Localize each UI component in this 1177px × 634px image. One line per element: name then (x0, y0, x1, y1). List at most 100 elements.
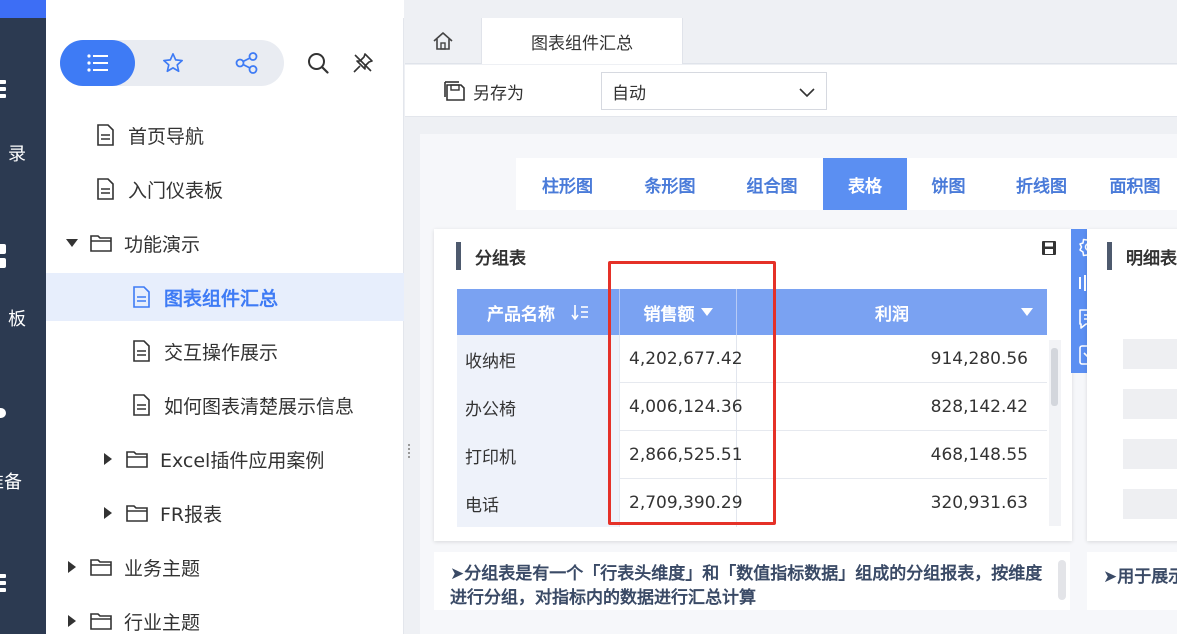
directory-topstrip (46, 0, 404, 18)
tree-item-label: 行业主题 (124, 611, 201, 634)
dashboard-icon[interactable] (0, 244, 6, 254)
tree-item-clear-charts[interactable]: 如何图表清楚展示信息 (46, 381, 404, 429)
search-icon (308, 53, 329, 74)
cell-profit: 828,142.42 (930, 397, 1028, 417)
header-label: 产品名称 (487, 304, 555, 325)
cell-profit: 468,148.55 (930, 445, 1028, 465)
share-button[interactable] (209, 40, 284, 86)
tab-combo-chart[interactable]: 组合图 (721, 158, 823, 210)
widget-title: 分组表 (456, 242, 526, 270)
document-icon (130, 340, 152, 362)
tree-item-label: 首页导航 (128, 125, 205, 148)
home-tab[interactable] (405, 18, 481, 64)
header-label: 利润 (875, 304, 909, 325)
cell-product: 办公椅 (457, 383, 620, 431)
save-as-button[interactable]: 另存为 (443, 77, 524, 105)
title-accent-bar (1107, 242, 1112, 270)
tree-item-intro-dashboard[interactable]: 入门仪表板 (46, 165, 404, 213)
tree-item-label: FR报表 (160, 503, 223, 526)
rail-item-directory[interactable]: 录 (0, 140, 26, 166)
group-table-description: ➤分组表是有一个「行表头维度」和「数值指标数据」组成的分组报表，按维度进行分组，… (434, 552, 1070, 610)
detail-table-description: ➤用于展示 (1087, 552, 1177, 610)
document-icon (94, 124, 116, 146)
rail-accent (0, 0, 46, 18)
document-icon (130, 286, 152, 308)
tab-bar-chart[interactable]: 条形图 (619, 158, 721, 210)
tree-item-label: 功能演示 (124, 233, 201, 256)
cell-profit: 320,931.63 (930, 493, 1028, 513)
search-button[interactable] (305, 50, 331, 76)
list-icon (86, 54, 108, 72)
chevron-down-icon (799, 88, 815, 98)
tree-item-interaction-demo[interactable]: 交互操作展示 (46, 327, 404, 375)
tree-item-label: 入门仪表板 (128, 179, 224, 202)
list-view-button[interactable] (60, 40, 135, 86)
favorites-button[interactable] (135, 40, 210, 86)
header-product-name[interactable]: 产品名称 (457, 289, 620, 335)
export-icon[interactable] (1042, 241, 1056, 255)
panel-resize-handle[interactable] (406, 442, 414, 464)
star-icon (162, 53, 183, 73)
tree-item-feature-demo[interactable]: 功能演示 (46, 219, 404, 267)
view-switcher (60, 40, 284, 86)
directory-icon[interactable] (0, 80, 6, 101)
more-icon[interactable] (0, 574, 6, 595)
tab-chart-components[interactable]: 图表组件汇总 (481, 18, 683, 64)
save-as-label: 另存为 (473, 83, 524, 104)
tab-column-chart[interactable]: 柱形图 (516, 158, 619, 210)
title-accent-bar (456, 242, 461, 270)
app-rail: 录 板 准备 (0, 0, 46, 634)
caret-right-icon[interactable] (102, 507, 114, 519)
table-scrollbar[interactable] (1049, 340, 1061, 526)
home-icon (433, 32, 453, 50)
tree-item-home-nav[interactable]: 首页导航 (46, 111, 404, 159)
folder-icon (90, 556, 112, 578)
cell-product: 打印机 (457, 431, 620, 479)
tree-item-fr-report[interactable]: FR报表 (46, 489, 404, 537)
unpin-icon (353, 53, 373, 73)
scrollbar-thumb[interactable] (1051, 348, 1058, 406)
group-table-title: 分组表 (475, 248, 526, 269)
share-icon (235, 52, 257, 74)
tree-item-industry-topics[interactable]: 行业主题 (46, 597, 404, 634)
detail-table-title: 明细表 (1126, 248, 1177, 269)
rail-item-dashboard[interactable]: 板 (0, 305, 26, 331)
cell-product: 电话 (457, 479, 620, 527)
tree-item-label: 图表组件汇总 (164, 287, 279, 310)
description-text: ➤用于展示 (1103, 567, 1177, 587)
caret-down-icon[interactable] (66, 237, 78, 249)
rail-item-data-prep[interactable]: 准备 (0, 468, 22, 494)
unpin-button[interactable] (350, 50, 376, 76)
tree-item-chart-components[interactable]: 图表组件汇总 (46, 273, 404, 321)
database-icon[interactable] (0, 408, 6, 418)
sort-icon[interactable] (571, 304, 589, 320)
tree-item-label: Excel插件应用案例 (160, 449, 325, 472)
description-scrollbar[interactable] (1058, 560, 1066, 600)
tab-line-chart[interactable]: 折线图 (990, 158, 1093, 210)
placeholder-row (1123, 389, 1177, 419)
tab-pie-chart[interactable]: 饼图 (907, 158, 990, 210)
zoom-select-value: 自动 (612, 83, 646, 104)
widget-title: 明细表 (1107, 242, 1177, 270)
document-icon (130, 394, 152, 416)
cell-product: 收纳柜 (457, 335, 620, 383)
caret-right-icon[interactable] (102, 453, 114, 465)
toolbar: 另存为 自动 (405, 65, 1177, 117)
caret-right-icon[interactable] (66, 561, 78, 573)
placeholder-row (1123, 439, 1177, 469)
tree-item-business-topics[interactable]: 业务主题 (46, 543, 404, 591)
tree-item-excel-plugin[interactable]: Excel插件应用案例 (46, 435, 404, 483)
tab-table[interactable]: 表格 (823, 158, 907, 210)
description-text: ➤分组表是有一个「行表头维度」和「数值指标数据」组成的分组报表，按维度进行分组，… (450, 564, 1043, 608)
tab-area-chart[interactable]: 面积图 (1093, 158, 1177, 210)
tree-item-label: 业务主题 (124, 557, 201, 580)
document-icon (94, 178, 116, 200)
tree-item-label: 交互操作展示 (164, 341, 279, 364)
caret-right-icon[interactable] (66, 615, 78, 627)
header-profit[interactable]: 利润 (737, 289, 1047, 335)
folder-icon (126, 502, 148, 524)
dropdown-icon[interactable] (1021, 308, 1033, 316)
zoom-select[interactable]: 自动 (601, 72, 827, 110)
dashboard-icon-lower (0, 258, 6, 268)
sales-column-highlight (608, 261, 776, 525)
